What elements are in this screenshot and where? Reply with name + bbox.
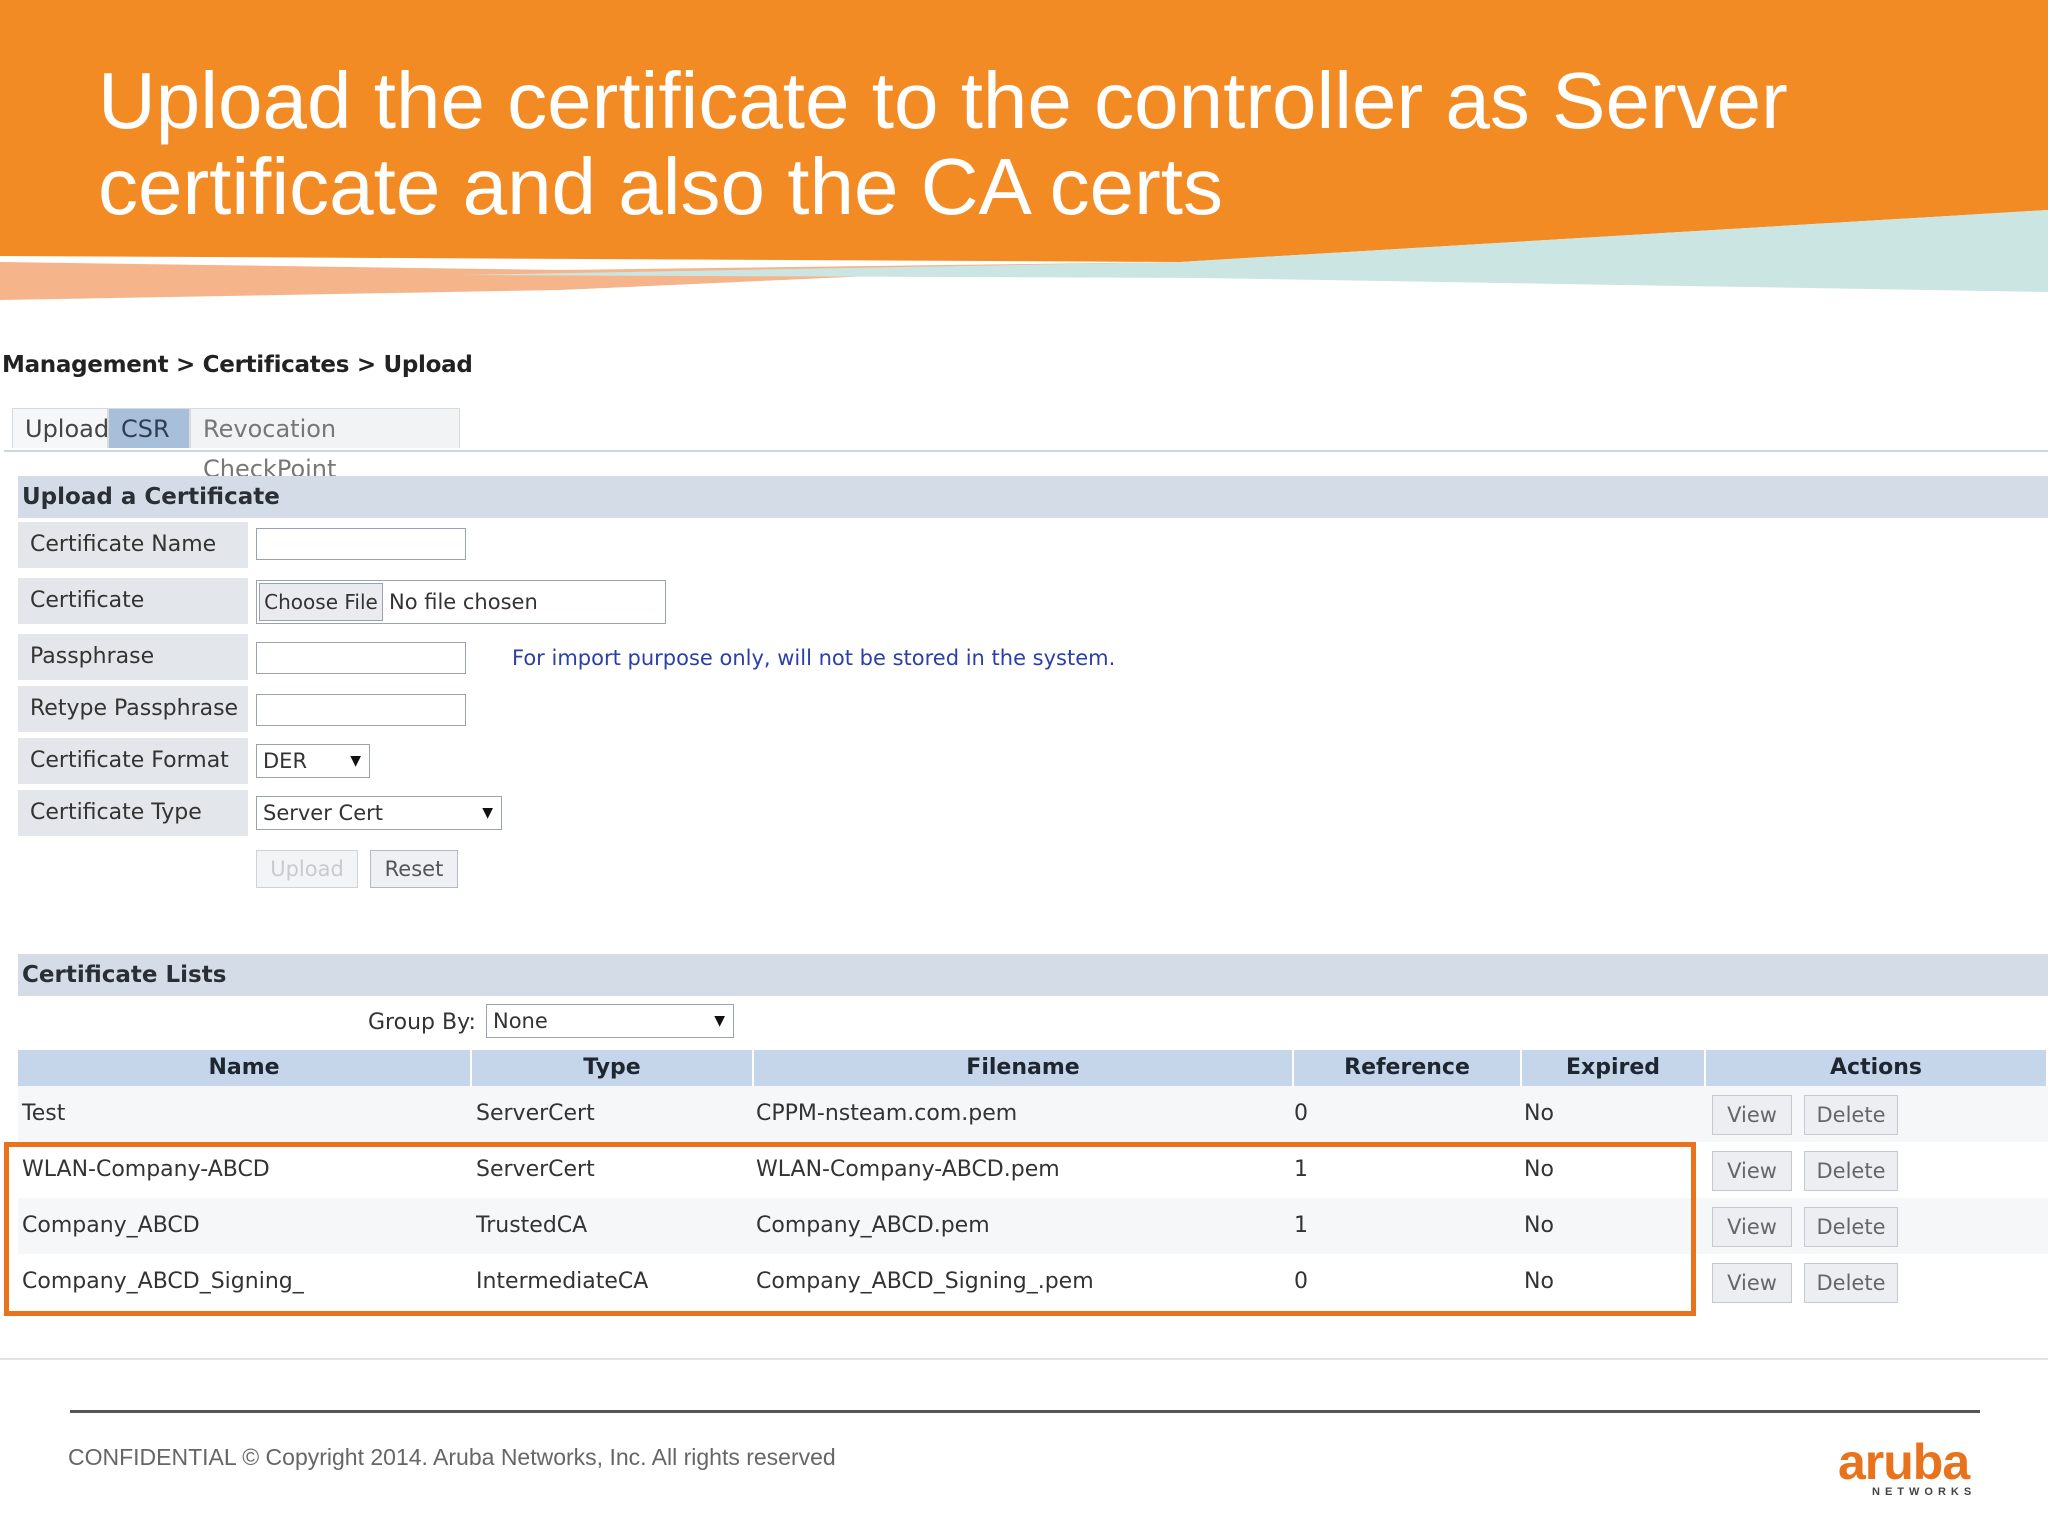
group-by-value: None bbox=[493, 1009, 548, 1033]
cert-filename: CPPM-nsteam.com.pem bbox=[756, 1101, 1018, 1126]
passphrase-label: Passphrase (optional) bbox=[18, 634, 248, 715]
file-status-text: No file chosen bbox=[389, 590, 538, 614]
choose-file-button[interactable]: Choose File bbox=[259, 583, 383, 621]
certificate-name-label: Certificate Name bbox=[18, 522, 248, 568]
slide-title: Upload the certificate to the controller… bbox=[98, 58, 1978, 230]
retype-passphrase-input[interactable] bbox=[256, 694, 466, 726]
logo-subtitle: NETWORKS bbox=[1872, 1486, 1977, 1498]
certificate-table-header: Name Type Filename Reference Expired Act… bbox=[18, 1050, 2048, 1086]
column-header-actions: Actions bbox=[1706, 1050, 2048, 1086]
certificate-name-input[interactable] bbox=[256, 528, 466, 560]
view-button[interactable]: View bbox=[1712, 1263, 1792, 1303]
passphrase-input[interactable] bbox=[256, 642, 466, 674]
tab-revocation-checkpoint[interactable]: Revocation CheckPoint bbox=[190, 408, 460, 483]
certificate-format-value: DER bbox=[263, 749, 308, 773]
view-button[interactable]: View bbox=[1712, 1151, 1792, 1191]
group-by-label: Group By: bbox=[368, 1010, 476, 1035]
column-header-name: Name bbox=[18, 1050, 472, 1086]
view-button[interactable]: View bbox=[1712, 1095, 1792, 1135]
certificate-file-picker: Choose File No file chosen bbox=[256, 580, 666, 624]
certificate-format-select[interactable]: DER ▼ bbox=[256, 744, 370, 778]
cert-name: Test bbox=[22, 1101, 66, 1126]
logo-wordmark: aruba bbox=[1838, 1434, 1970, 1490]
divider bbox=[0, 1358, 2048, 1360]
footer-copyright: CONFIDENTIAL © Copyright 2014. Aruba Net… bbox=[68, 1444, 836, 1470]
table-row: Test ServerCert CPPM-nsteam.com.pem 0 No… bbox=[18, 1086, 2048, 1142]
column-header-type: Type bbox=[472, 1050, 754, 1086]
column-header-expired: Expired bbox=[1522, 1050, 1706, 1086]
certificate-type-value: Server Cert bbox=[263, 801, 383, 825]
tab-upload[interactable]: Upload bbox=[12, 408, 109, 448]
delete-button[interactable]: Delete bbox=[1804, 1151, 1898, 1191]
group-by-select[interactable]: None ▼ bbox=[486, 1004, 734, 1038]
certificates-screen: Management > Certificates > Upload Uploa… bbox=[0, 330, 2048, 1360]
certificate-filename-label: Certificate Filename bbox=[18, 578, 248, 659]
footer-divider bbox=[70, 1410, 1980, 1413]
tab-bar: Upload CSR Revocation CheckPoint bbox=[4, 408, 2048, 483]
slide-title-line2: certificate and also the CA certs bbox=[98, 142, 1223, 231]
retype-passphrase-label: Retype Passphrase bbox=[18, 686, 248, 732]
delete-button[interactable]: Delete bbox=[1804, 1207, 1898, 1247]
certificate-format-label: Certificate Format bbox=[18, 738, 248, 784]
view-button[interactable]: View bbox=[1712, 1207, 1792, 1247]
cert-expired: No bbox=[1524, 1101, 1554, 1126]
dropdown-arrow-icon: ▼ bbox=[350, 753, 361, 769]
reset-button[interactable]: Reset bbox=[370, 850, 458, 888]
breadcrumb: Management > Certificates > Upload bbox=[2, 352, 473, 378]
cert-type: ServerCert bbox=[476, 1101, 595, 1126]
certificate-type-label: Certificate Type bbox=[18, 790, 248, 836]
highlight-box bbox=[4, 1142, 1696, 1316]
column-header-filename: Filename bbox=[754, 1050, 1294, 1086]
certificate-lists-header: Certificate Lists bbox=[18, 954, 2048, 996]
tab-csr[interactable]: CSR bbox=[108, 408, 190, 448]
passphrase-hint: For import purpose only, will not be sto… bbox=[512, 646, 1116, 670]
dropdown-arrow-icon: ▼ bbox=[482, 805, 493, 821]
delete-button[interactable]: Delete bbox=[1804, 1263, 1898, 1303]
certificate-type-select[interactable]: Server Cert ▼ bbox=[256, 796, 502, 830]
cert-reference: 0 bbox=[1294, 1101, 1308, 1126]
upload-section-header: Upload a Certificate bbox=[18, 476, 2048, 518]
aruba-logo: aruba NETWORKS bbox=[1838, 1434, 1988, 1504]
dropdown-arrow-icon: ▼ bbox=[714, 1013, 725, 1029]
column-header-reference: Reference bbox=[1294, 1050, 1522, 1086]
delete-button[interactable]: Delete bbox=[1804, 1095, 1898, 1135]
slide-title-line1: Upload the certificate to the controller… bbox=[98, 56, 1788, 145]
upload-button[interactable]: Upload bbox=[256, 850, 358, 888]
